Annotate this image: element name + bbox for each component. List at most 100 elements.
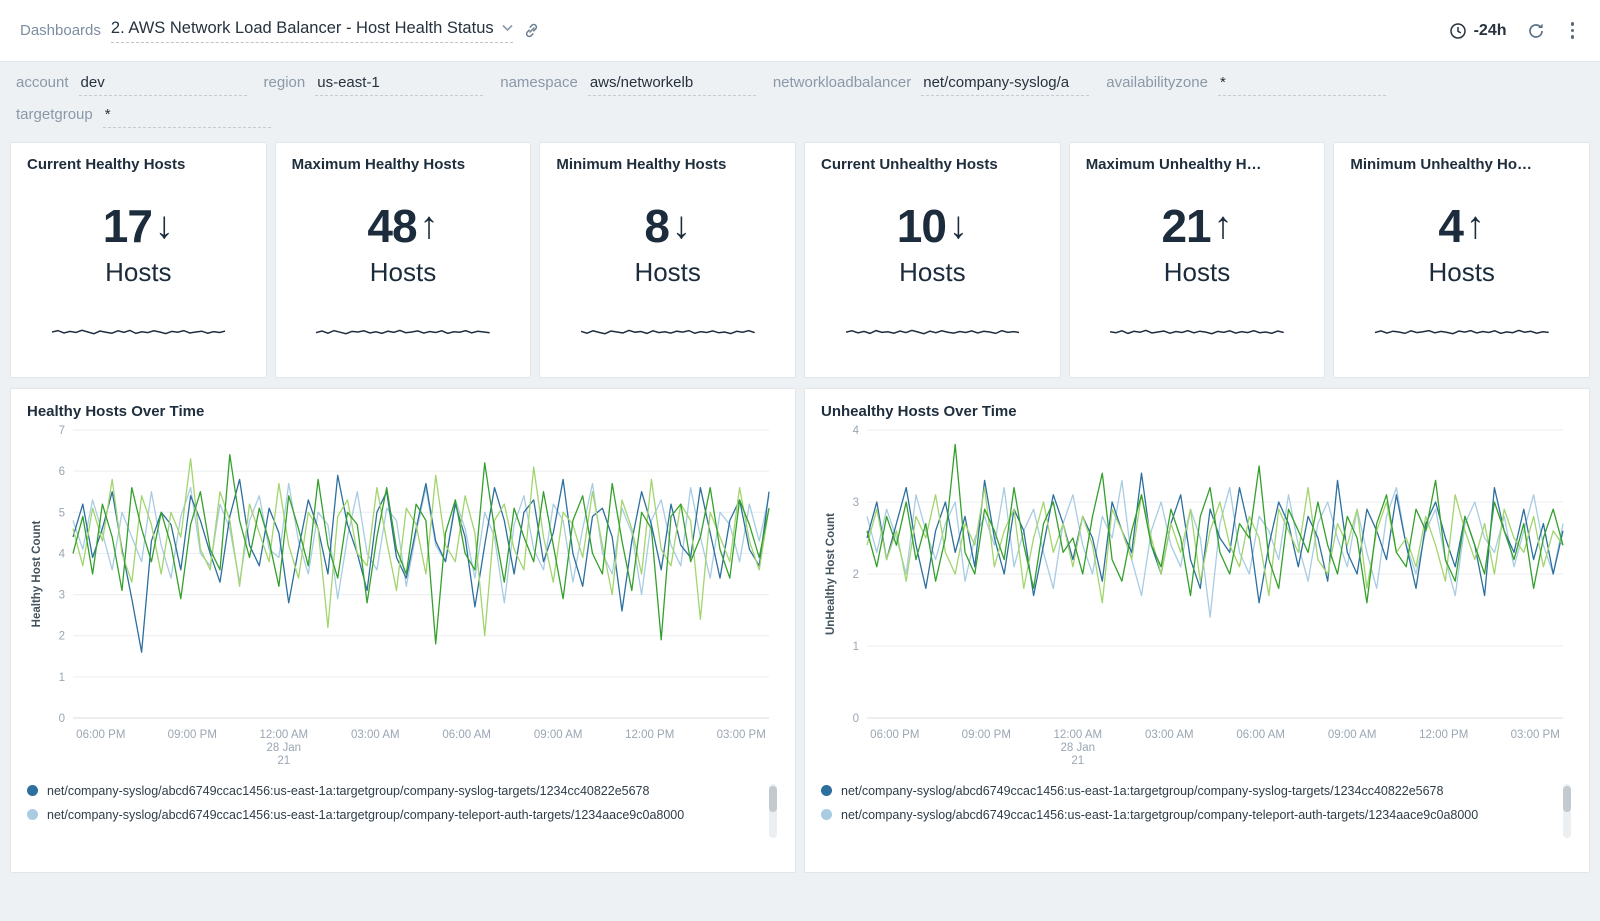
chevron-down-icon [502,24,513,32]
stat-panel-current-healthy: Current Healthy Hosts 17 ↓ Hosts [10,142,267,378]
svg-text:03:00 PM: 03:00 PM [1511,729,1560,741]
legend-scrollbar[interactable] [769,784,777,838]
svg-text:12:00 PM: 12:00 PM [625,729,674,741]
stat-title: Minimum Unhealthy Ho… [1350,156,1573,173]
stat-unit: Hosts [1164,257,1230,288]
kebab-menu-icon[interactable] [1565,18,1581,43]
trend-down-icon: ↓ [949,207,968,245]
share-link-icon[interactable] [523,22,540,39]
stat-title: Maximum Unhealthy H… [1086,156,1309,173]
svg-text:3: 3 [853,497,859,509]
legend-label: net/company-syslog/abcd6749ccac1456:us-e… [47,808,684,822]
svg-text:09:00 PM: 09:00 PM [962,729,1011,741]
stat-title: Minimum Healthy Hosts [556,156,779,173]
stat-value: 21 [1161,199,1210,253]
legend-scrollbar-thumb[interactable] [769,786,777,812]
top-bar: Dashboards 2. AWS Network Load Balancer … [0,0,1600,62]
sparkline [1375,324,1549,340]
svg-text:03:00 AM: 03:00 AM [1145,729,1194,741]
sparkline [581,324,755,340]
svg-text:09:00 PM: 09:00 PM [168,729,217,741]
stat-unit: Hosts [105,257,171,288]
svg-text:09:00 AM: 09:00 AM [1328,729,1377,741]
healthy-hosts-line-chart[interactable]: 0123456706:00 PM09:00 PM12:00 AM28 Jan21… [27,422,779,774]
stat-panel-max-healthy: Maximum Healthy Hosts 48 ↑ Hosts [275,142,532,378]
refresh-icon[interactable] [1527,22,1545,40]
filter-account-label: account [16,74,69,91]
stat-title: Maximum Healthy Hosts [292,156,515,173]
clock-icon [1449,22,1467,40]
svg-text:03:00 PM: 03:00 PM [717,729,766,741]
trend-down-icon: ↓ [155,207,174,245]
unhealthy-hosts-line-chart[interactable]: 0123406:00 PM09:00 PM12:00 AM28 Jan2103:… [821,422,1573,774]
svg-text:2: 2 [59,631,65,643]
stat-title: Current Healthy Hosts [27,156,250,173]
filter-networkloadbalancer-value[interactable]: net/company-syslog/a [921,74,1089,96]
svg-text:5: 5 [59,507,65,519]
svg-text:12:00 AM28 Jan21: 12:00 AM28 Jan21 [260,729,309,767]
svg-text:1: 1 [853,641,859,653]
filter-region-value[interactable]: us-east-1 [315,74,483,96]
legend-dot [821,785,832,796]
chart-title: Healthy Hosts Over Time [27,403,779,420]
svg-text:6: 6 [59,466,65,478]
trend-up-icon: ↑ [420,207,439,245]
legend-item[interactable]: net/company-syslog/abcd6749ccac1456:us-e… [27,806,702,825]
svg-text:0: 0 [59,713,65,725]
chart-title: Unhealthy Hosts Over Time [821,403,1573,420]
legend-item[interactable]: net/company-syslog/abcd6749ccac1456:us-e… [27,782,702,801]
svg-text:12:00 PM: 12:00 PM [1419,729,1468,741]
filter-networkloadbalancer-label: networkloadbalancer [773,74,911,91]
filter-account-value[interactable]: dev [79,74,247,96]
filter-region: region us-east-1 [264,74,484,96]
trend-up-icon: ↑ [1214,207,1233,245]
svg-text:3: 3 [59,590,65,602]
sparkline [1110,324,1284,340]
legend-item[interactable]: net/company-syslog/abcd6749ccac1456:us-e… [821,782,1496,801]
stat-panel-min-healthy: Minimum Healthy Hosts 8 ↓ Hosts [539,142,796,378]
stat-panels-row: Current Healthy Hosts 17 ↓ Hosts Maximum… [0,142,1600,378]
stat-panel-max-unhealthy: Maximum Unhealthy H… 21 ↑ Hosts [1069,142,1326,378]
time-range-selector[interactable]: -24h [1449,22,1507,40]
svg-text:2: 2 [853,569,859,581]
legend-item[interactable]: net/company-syslog/abcd6749ccac1456:us-e… [821,806,1496,825]
filter-targetgroup: targetgroup * [16,106,271,128]
stat-panel-min-unhealthy: Minimum Unhealthy Ho… 4 ↑ Hosts [1333,142,1590,378]
svg-text:06:00 PM: 06:00 PM [870,729,919,741]
legend-label: net/company-syslog/abcd6749ccac1456:us-e… [841,808,1478,822]
legend-scrollbar[interactable] [1563,784,1571,838]
svg-text:4: 4 [853,425,860,437]
filter-targetgroup-value[interactable]: * [103,106,271,128]
chart-legend: net/company-syslog/abcd6749ccac1456:us-e… [821,782,1573,840]
sparkline [316,324,490,340]
dashboard-title-dropdown[interactable]: 2. AWS Network Load Balancer - Host Heal… [111,19,513,43]
chart-legend: net/company-syslog/abcd6749ccac1456:us-e… [27,782,779,840]
filter-targetgroup-label: targetgroup [16,106,93,123]
legend-dot [821,809,832,820]
filter-bar: account dev region us-east-1 namespace a… [0,62,1600,142]
stat-title: Current Unhealthy Hosts [821,156,1044,173]
legend-scrollbar-thumb[interactable] [1563,786,1571,812]
stat-value: 48 [367,199,416,253]
unhealthy-hosts-panel: Unhealthy Hosts Over Time 0 1 2 3 4 06:00 PM 0… [804,388,1590,873]
stat-value: 4 [1438,199,1463,253]
charts-row: Healthy Hosts Over Time 0 1 2 3 4 5 6 7 06:00 PM… [0,388,1600,873]
breadcrumb[interactable]: Dashboards [20,22,101,39]
time-range-label: -24h [1474,22,1507,40]
stat-unit: Hosts [899,257,965,288]
filter-networkloadbalancer: networkloadbalancer net/company-syslog/a [773,74,1089,96]
svg-text:7: 7 [59,425,65,437]
healthy-hosts-panel: Healthy Hosts Over Time 0123456706:00 PM… [10,388,796,873]
svg-text:06:00 AM: 06:00 AM [442,729,491,741]
legend-label: net/company-syslog/abcd6749ccac1456:us-e… [841,784,1443,798]
svg-text:1: 1 [59,672,65,684]
stat-value: 10 [897,199,946,253]
filter-namespace-value[interactable]: aws/networkelb [588,74,756,96]
filter-availabilityzone-value[interactable]: * [1218,74,1386,96]
filter-availabilityzone: availabilityzone * [1106,74,1386,96]
stat-value: 8 [644,199,669,253]
filter-account: account dev [16,74,247,96]
sparkline [52,324,226,340]
svg-text:0: 0 [853,713,859,725]
legend-dot [27,809,38,820]
